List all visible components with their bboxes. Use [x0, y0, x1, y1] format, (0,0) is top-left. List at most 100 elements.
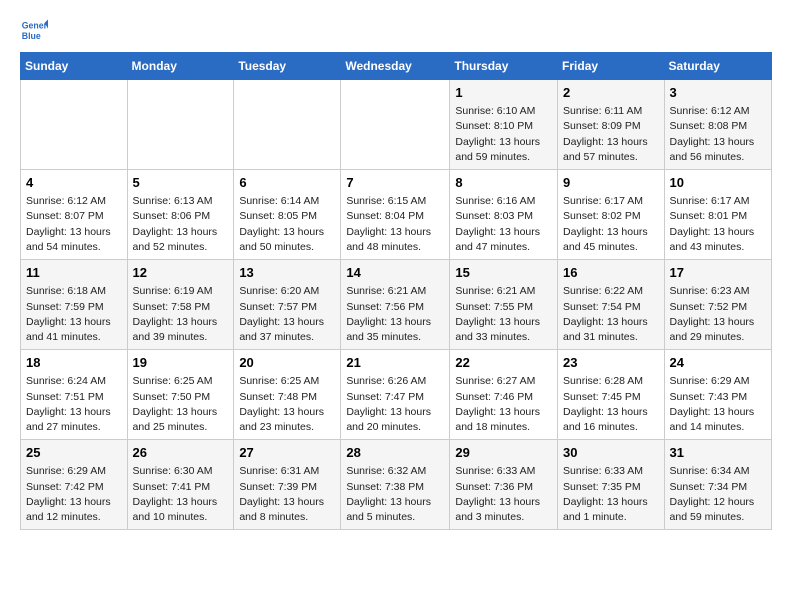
day-info: Sunrise: 6:29 AMSunset: 7:43 PMDaylight:…	[670, 374, 766, 435]
svg-text:Blue: Blue	[22, 31, 41, 41]
calendar-cell: 22 Sunrise: 6:27 AMSunset: 7:46 PMDayligh…	[450, 350, 558, 440]
day-info: Sunrise: 6:25 AMSunset: 7:48 PMDaylight:…	[239, 374, 335, 435]
calendar-cell: 24Sunrise: 6:29 AMSunset: 7:43 PMDayligh…	[664, 350, 771, 440]
calendar-cell: 31 Sunrise: 6:34 AMSunset: 7:34 PMDayligh…	[664, 440, 771, 530]
day-info: Sunrise: 6:17 AMSunset: 8:02 PMDaylight:…	[563, 194, 659, 255]
day-number: 18	[26, 354, 122, 372]
calendar-cell: 9 Sunrise: 6:17 AMSunset: 8:02 PMDaylight…	[558, 170, 665, 260]
day-info: Sunrise: 6:12 AMSunset: 8:07 PMDaylight:…	[26, 194, 122, 255]
calendar-cell: 27 Sunrise: 6:31 AMSunset: 7:39 PMDayligh…	[234, 440, 341, 530]
weekday-header-tuesday: Tuesday	[234, 53, 341, 80]
day-number: 27	[239, 444, 335, 462]
day-number: 29	[455, 444, 552, 462]
calendar-week-row: 11Sunrise: 6:18 AMSunset: 7:59 PMDayligh…	[21, 260, 772, 350]
day-info: Sunrise: 6:11 AMSunset: 8:09 PMDaylight:…	[563, 104, 659, 165]
day-number: 9	[563, 174, 659, 192]
calendar-table: SundayMondayTuesdayWednesdayThursdayFrid…	[20, 52, 772, 530]
day-info: Sunrise: 6:26 AMSunset: 7:47 PMDaylight:…	[346, 374, 444, 435]
day-number: 30	[563, 444, 659, 462]
day-info: Sunrise: 6:14 AMSunset: 8:05 PMDaylight:…	[239, 194, 335, 255]
day-info: Sunrise: 6:30 AMSunset: 7:41 PMDaylight:…	[133, 464, 229, 525]
day-number: 3	[670, 84, 766, 102]
day-number: 28	[346, 444, 444, 462]
day-info: Sunrise: 6:29 AMSunset: 7:42 PMDaylight:…	[26, 464, 122, 525]
weekday-header-row: SundayMondayTuesdayWednesdayThursdayFrid…	[21, 53, 772, 80]
day-number: 31	[670, 444, 766, 462]
day-info: Sunrise: 6:10 AMSunset: 8:10 PMDaylight:…	[455, 104, 552, 165]
calendar-cell	[341, 80, 450, 170]
day-number: 2	[563, 84, 659, 102]
day-number: 14	[346, 264, 444, 282]
logo: General Blue	[20, 16, 52, 44]
calendar-cell: 29 Sunrise: 6:33 AMSunset: 7:36 PMDayligh…	[450, 440, 558, 530]
calendar-cell: 17 Sunrise: 6:23 AMSunset: 7:52 PMDayligh…	[664, 260, 771, 350]
weekday-header-sunday: Sunday	[21, 53, 128, 80]
day-info: Sunrise: 6:22 AMSunset: 7:54 PMDaylight:…	[563, 284, 659, 345]
day-info: Sunrise: 6:23 AMSunset: 7:52 PMDaylight:…	[670, 284, 766, 345]
calendar-cell: 20 Sunrise: 6:25 AMSunset: 7:48 PMDayligh…	[234, 350, 341, 440]
day-info: Sunrise: 6:34 AMSunset: 7:34 PMDaylight:…	[670, 464, 766, 525]
calendar-cell: 8Sunrise: 6:16 AMSunset: 8:03 PMDaylight…	[450, 170, 558, 260]
day-info: Sunrise: 6:33 AMSunset: 7:35 PMDaylight:…	[563, 464, 659, 525]
day-number: 10	[670, 174, 766, 192]
day-info: Sunrise: 6:32 AMSunset: 7:38 PMDaylight:…	[346, 464, 444, 525]
day-info: Sunrise: 6:13 AMSunset: 8:06 PMDaylight:…	[133, 194, 229, 255]
calendar-cell: 18Sunrise: 6:24 AMSunset: 7:51 PMDayligh…	[21, 350, 128, 440]
day-number: 19	[133, 354, 229, 372]
day-number: 26	[133, 444, 229, 462]
day-info: Sunrise: 6:21 AMSunset: 7:55 PMDaylight:…	[455, 284, 552, 345]
calendar-week-row: 1 Sunrise: 6:10 AMSunset: 8:10 PMDaylight…	[21, 80, 772, 170]
page-header: General Blue	[20, 16, 772, 44]
calendar-header: SundayMondayTuesdayWednesdayThursdayFrid…	[21, 53, 772, 80]
day-number: 15	[455, 264, 552, 282]
calendar-cell: 15 Sunrise: 6:21 AMSunset: 7:55 PMDayligh…	[450, 260, 558, 350]
day-number: 20	[239, 354, 335, 372]
calendar-cell: 1 Sunrise: 6:10 AMSunset: 8:10 PMDaylight…	[450, 80, 558, 170]
calendar-cell: 12 Sunrise: 6:19 AMSunset: 7:58 PMDayligh…	[127, 260, 234, 350]
svg-text:General: General	[22, 20, 48, 30]
logo-icon: General Blue	[20, 16, 48, 44]
day-info: Sunrise: 6:33 AMSunset: 7:36 PMDaylight:…	[455, 464, 552, 525]
calendar-cell: 13 Sunrise: 6:20 AMSunset: 7:57 PMDayligh…	[234, 260, 341, 350]
day-number: 17	[670, 264, 766, 282]
day-info: Sunrise: 6:20 AMSunset: 7:57 PMDaylight:…	[239, 284, 335, 345]
calendar-cell: 28 Sunrise: 6:32 AMSunset: 7:38 PMDayligh…	[341, 440, 450, 530]
calendar-cell: 16Sunrise: 6:22 AMSunset: 7:54 PMDayligh…	[558, 260, 665, 350]
day-number: 22	[455, 354, 552, 372]
calendar-cell: 26 Sunrise: 6:30 AMSunset: 7:41 PMDayligh…	[127, 440, 234, 530]
weekday-header-monday: Monday	[127, 53, 234, 80]
day-number: 23	[563, 354, 659, 372]
day-info: Sunrise: 6:27 AMSunset: 7:46 PMDaylight:…	[455, 374, 552, 435]
calendar-cell: 14Sunrise: 6:21 AMSunset: 7:56 PMDayligh…	[341, 260, 450, 350]
day-info: Sunrise: 6:28 AMSunset: 7:45 PMDaylight:…	[563, 374, 659, 435]
calendar-cell: 5Sunrise: 6:13 AMSunset: 8:06 PMDaylight…	[127, 170, 234, 260]
day-number: 13	[239, 264, 335, 282]
calendar-cell	[234, 80, 341, 170]
day-number: 21	[346, 354, 444, 372]
day-number: 25	[26, 444, 122, 462]
calendar-body: 1 Sunrise: 6:10 AMSunset: 8:10 PMDaylight…	[21, 80, 772, 530]
calendar-week-row: 18Sunrise: 6:24 AMSunset: 7:51 PMDayligh…	[21, 350, 772, 440]
weekday-header-wednesday: Wednesday	[341, 53, 450, 80]
calendar-cell: 11Sunrise: 6:18 AMSunset: 7:59 PMDayligh…	[21, 260, 128, 350]
calendar-cell: 3 Sunrise: 6:12 AMSunset: 8:08 PMDaylight…	[664, 80, 771, 170]
day-number: 1	[455, 84, 552, 102]
day-number: 7	[346, 174, 444, 192]
day-info: Sunrise: 6:16 AMSunset: 8:03 PMDaylight:…	[455, 194, 552, 255]
calendar-cell: 4 Sunrise: 6:12 AMSunset: 8:07 PMDaylight…	[21, 170, 128, 260]
weekday-header-friday: Friday	[558, 53, 665, 80]
day-info: Sunrise: 6:17 AMSunset: 8:01 PMDaylight:…	[670, 194, 766, 255]
day-info: Sunrise: 6:19 AMSunset: 7:58 PMDaylight:…	[133, 284, 229, 345]
calendar-cell: 19Sunrise: 6:25 AMSunset: 7:50 PMDayligh…	[127, 350, 234, 440]
day-info: Sunrise: 6:15 AMSunset: 8:04 PMDaylight:…	[346, 194, 444, 255]
day-info: Sunrise: 6:31 AMSunset: 7:39 PMDaylight:…	[239, 464, 335, 525]
day-number: 12	[133, 264, 229, 282]
calendar-cell: 30 Sunrise: 6:33 AMSunset: 7:35 PMDayligh…	[558, 440, 665, 530]
day-number: 4	[26, 174, 122, 192]
calendar-week-row: 4 Sunrise: 6:12 AMSunset: 8:07 PMDaylight…	[21, 170, 772, 260]
calendar-cell: 10 Sunrise: 6:17 AMSunset: 8:01 PMDayligh…	[664, 170, 771, 260]
calendar-cell: 2 Sunrise: 6:11 AMSunset: 8:09 PMDaylight…	[558, 80, 665, 170]
calendar-cell: 21 Sunrise: 6:26 AMSunset: 7:47 PMDayligh…	[341, 350, 450, 440]
day-info: Sunrise: 6:12 AMSunset: 8:08 PMDaylight:…	[670, 104, 766, 165]
calendar-cell	[21, 80, 128, 170]
